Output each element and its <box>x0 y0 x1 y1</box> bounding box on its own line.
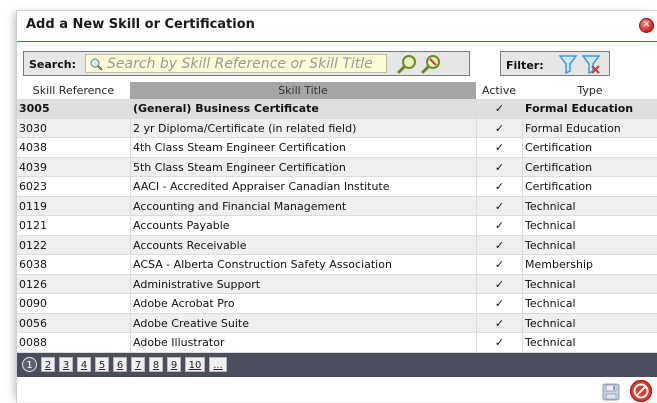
search-label: Search: <box>29 58 76 71</box>
cell-ref: 6038 <box>19 258 47 271</box>
table-row[interactable]: 0088 Adobe Illustrator ✓ Technical <box>17 333 657 353</box>
cancel-icon[interactable] <box>629 379 653 403</box>
cell-active: ✓ <box>476 255 522 274</box>
cell-active: ✓ <box>476 274 522 294</box>
table-row[interactable]: 0056 Adobe Creative Suite ✓ Technical <box>17 313 657 333</box>
cell-title: Accounts Payable <box>130 216 475 235</box>
cell-title: Administrative Support <box>130 274 475 294</box>
add-skill-dialog: Add a New Skill or Certification ✕ Searc… <box>16 10 657 403</box>
cell-ref: 3005 <box>19 102 50 115</box>
cell-type: Technical <box>522 235 657 255</box>
cell-active: ✓ <box>476 196 522 216</box>
cell-active: ✓ <box>476 177 522 196</box>
search-panel: Search: <box>23 51 470 76</box>
cell-title: 2 yr Diploma/Certificate (in related fie… <box>130 118 475 138</box>
search-icon <box>90 58 103 71</box>
cell-ref: 0126 <box>19 277 47 291</box>
page-button-5[interactable]: 5 <box>95 357 109 372</box>
cell-type: Certification <box>522 177 657 196</box>
page-button-8[interactable]: 8 <box>149 357 163 372</box>
search-go-icon[interactable] <box>396 53 418 75</box>
table-row[interactable]: 4039 5th Class Steam Engineer Certificat… <box>17 157 657 177</box>
cell-active: ✓ <box>476 157 522 177</box>
cell-type: Technical <box>522 294 657 313</box>
table-row[interactable]: 0090 Adobe Acrobat Pro ✓ Technical <box>17 294 657 314</box>
table-row[interactable]: 3030 2 yr Diploma/Certificate (in relate… <box>17 118 657 138</box>
filter-label: Filter: <box>506 59 544 72</box>
cell-ref: 0121 <box>19 219 47 232</box>
table-row[interactable]: 6023 AACI - Accredited Appraiser Canadia… <box>17 177 657 197</box>
cell-type: Technical <box>522 313 657 333</box>
cell-active: ✓ <box>476 99 522 118</box>
cell-title: ACSA - Alberta Construction Safety Assoc… <box>130 255 475 274</box>
cell-ref: 0122 <box>19 238 47 252</box>
cell-title: Adobe Illustrator <box>130 333 475 352</box>
cell-type: Technical <box>522 274 657 294</box>
column-header-type[interactable]: Type <box>522 82 657 99</box>
table-row[interactable]: 0121 Accounts Payable ✓ Technical <box>17 216 657 236</box>
filter-panel: Filter: <box>500 51 610 76</box>
page-button-2[interactable]: 2 <box>41 357 55 372</box>
cell-ref: 4039 <box>19 160 47 174</box>
clear-search-icon[interactable] <box>420 53 442 75</box>
column-header-skill-title[interactable]: Skill Title <box>130 82 476 99</box>
cell-ref: 3030 <box>19 121 47 135</box>
cell-title: Accounts Receivable <box>130 235 475 255</box>
cell-ref: 0090 <box>19 297 47 310</box>
filter-icon[interactable] <box>558 54 578 74</box>
page-button-10[interactable]: 10 <box>185 357 205 372</box>
table-row[interactable]: 4038 4th Class Steam Engineer Certificat… <box>17 138 657 158</box>
page-button-1[interactable]: 1 <box>22 357 37 372</box>
cell-type: Technical <box>522 333 657 352</box>
cell-type: Formal Education <box>522 118 657 138</box>
cell-title: 4th Class Steam Engineer Certification <box>130 138 475 157</box>
page-button-9[interactable]: 9 <box>167 357 181 372</box>
table-row[interactable]: 0119 Accounting and Financial Management… <box>17 196 657 216</box>
table-row[interactable]: 0122 Accounts Receivable ✓ Technical <box>17 235 657 255</box>
cell-title: AACI - Accredited Appraiser Canadian Ins… <box>130 177 475 196</box>
cell-active: ✓ <box>476 216 522 235</box>
cell-ref: 0088 <box>19 336 47 349</box>
pagination-bar: 1 2 3 4 5 6 7 8 9 10 ... <box>17 353 657 377</box>
page-button-7[interactable]: 7 <box>131 357 145 372</box>
cell-type: Formal Education <box>522 99 657 118</box>
cell-active: ✓ <box>476 138 522 157</box>
cell-type: Certification <box>522 138 657 157</box>
cell-title: Adobe Acrobat Pro <box>130 294 475 313</box>
cell-ref: 0056 <box>19 316 47 330</box>
cell-title: Accounting and Financial Management <box>130 196 475 216</box>
search-input[interactable] <box>107 55 383 72</box>
cell-ref: 4038 <box>19 141 47 154</box>
page-button-3[interactable]: 3 <box>59 357 73 372</box>
page-button-more[interactable]: ... <box>209 357 227 372</box>
cell-title: (General) Business Certificate <box>130 99 475 118</box>
search-field <box>85 54 387 73</box>
clear-filter-icon[interactable] <box>581 54 601 74</box>
cell-ref: 6023 <box>19 180 47 193</box>
cell-type: Certification <box>522 157 657 177</box>
table-row[interactable]: 6038 ACSA - Alberta Construction Safety … <box>17 255 657 275</box>
table-row[interactable]: 0126 Administrative Support ✓ Technical <box>17 274 657 294</box>
table-row[interactable]: 3005 (General) Business Certificate ✓ Fo… <box>17 99 657 119</box>
cell-active: ✓ <box>476 313 522 333</box>
cell-ref: 0119 <box>19 199 47 213</box>
cell-active: ✓ <box>476 118 522 138</box>
save-icon[interactable] <box>601 382 621 402</box>
dialog-title: Add a New Skill or Certification <box>26 17 255 32</box>
page-button-6[interactable]: 6 <box>113 357 127 372</box>
column-header-skill-reference[interactable]: Skill Reference <box>17 82 130 99</box>
cell-title: 5th Class Steam Engineer Certification <box>130 157 475 177</box>
cell-title: Adobe Creative Suite <box>130 313 475 333</box>
cell-active: ✓ <box>476 333 522 352</box>
page-button-4[interactable]: 4 <box>77 357 91 372</box>
skills-table: 3005 (General) Business Certificate ✓ Fo… <box>17 99 657 353</box>
cell-type: Technical <box>522 216 657 235</box>
column-header-active[interactable]: Active <box>476 82 522 99</box>
dialog-title-bar: Add a New Skill or Certification ✕ <box>17 11 657 42</box>
cell-active: ✓ <box>476 294 522 313</box>
cell-type: Membership <box>522 255 657 274</box>
close-icon[interactable]: ✕ <box>639 18 654 33</box>
cell-type: Technical <box>522 196 657 216</box>
cell-active: ✓ <box>476 235 522 255</box>
